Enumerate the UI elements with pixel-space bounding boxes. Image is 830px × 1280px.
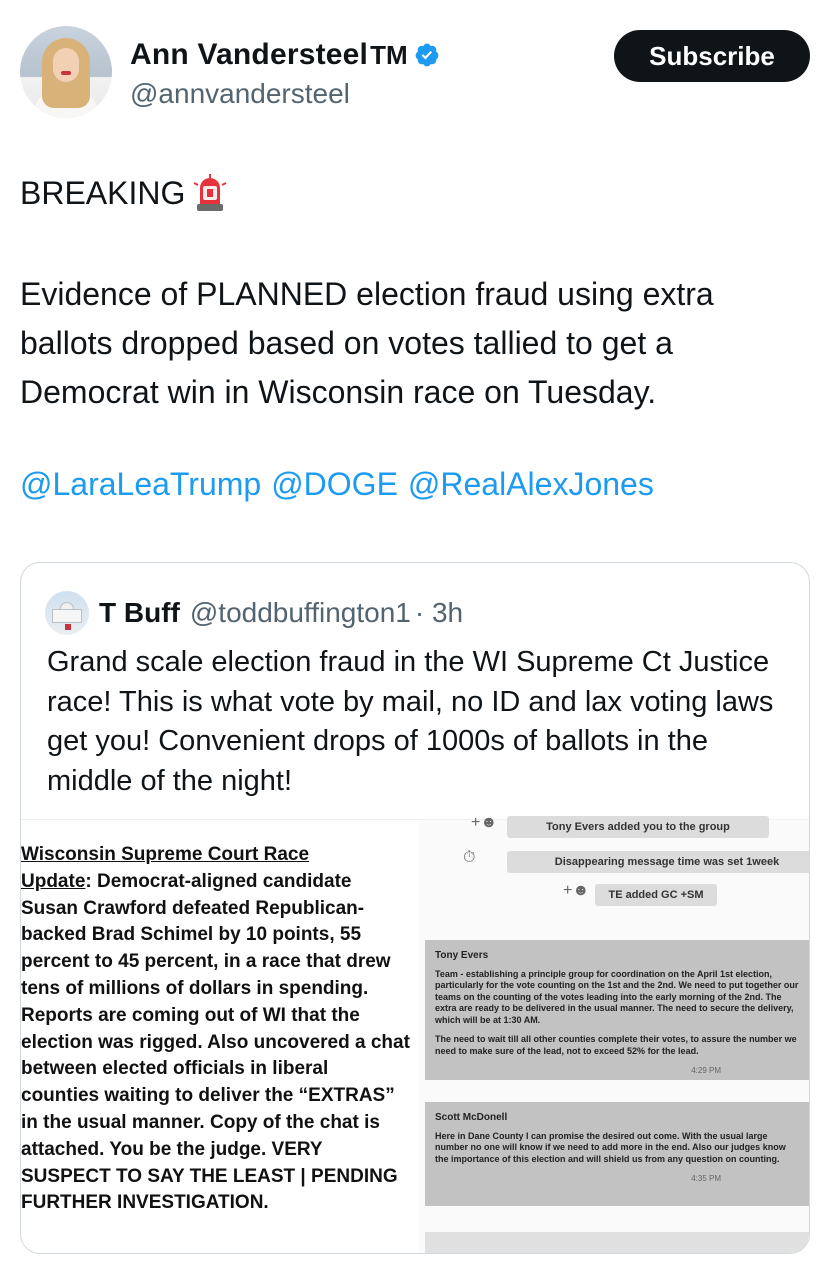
quoted-text: Grand scale election fraud in the WI Sup… — [47, 646, 774, 797]
quoted-avatar[interactable] — [45, 591, 89, 635]
author-avatar[interactable] — [20, 26, 112, 118]
chat-message: Tony Evers Team - establishing a princip… — [425, 940, 809, 1080]
tweet-header: Ann Vandersteel TM @annvandersteel Subsc… — [20, 26, 810, 120]
mention-link[interactable]: @RealAlexJones — [408, 466, 654, 503]
author-trademark: TM — [370, 39, 408, 70]
quoted-tweet[interactable]: T Buff @toddbuffington1 · 3h Grand scale… — [20, 562, 810, 1254]
tweet-mentions: @LaraLeaTrump @DOGE @RealAlexJones — [20, 466, 664, 503]
quoted-header: T Buff @toddbuffington1 · 3h — [45, 591, 463, 635]
police-light-emoji-icon — [193, 174, 227, 211]
subscribe-button[interactable]: Subscribe — [614, 30, 810, 82]
chat-message-text: The need to wait till all other counties… — [435, 1034, 797, 1056]
quoted-timestamp: · 3h — [414, 597, 464, 628]
quoted-author-handle[interactable]: @toddbuffington1 — [190, 597, 411, 629]
chat-sender: Tony Evers — [435, 950, 489, 961]
chat-message: Scott McDonell Here in Dane County I can… — [425, 1102, 809, 1206]
author-name-row: Ann Vandersteel TM — [130, 38, 440, 72]
white-house-building — [52, 609, 82, 623]
verified-badge-icon — [415, 43, 438, 67]
flag-mark — [65, 624, 71, 630]
doc-update-label: Update — [21, 870, 86, 892]
system-message: Tony Evers added you to the group — [507, 816, 769, 838]
avatar-lips — [61, 71, 71, 75]
timer-icon: ⏱ — [463, 849, 476, 866]
chat-message-text: Team - establishing a principle group fo… — [435, 968, 799, 1025]
system-message: TE added GC +SM — [595, 884, 717, 906]
mention-link[interactable]: @DOGE — [271, 466, 398, 503]
chat-message-partial — [425, 1232, 809, 1253]
chat-message-text: Here in Dane County I can promise the de… — [435, 1130, 786, 1164]
chat-timestamp: 4:35 PM — [691, 1174, 721, 1183]
doc-body: : Democrat-aligned candidate Susan Crawf… — [21, 870, 410, 1214]
doc-title: Wisconsin Supreme Court Race — [21, 844, 310, 865]
author-name[interactable]: Ann Vandersteel — [130, 38, 368, 72]
add-user-icon: +☻ — [563, 882, 590, 899]
breaking-line: BREAKING — [20, 174, 227, 212]
chat-screenshot: +☻ Tony Evers added you to the group ⏱ D… — [419, 814, 809, 1253]
quoted-author-name[interactable]: T Buff — [99, 597, 180, 629]
quoted-attached-image[interactable]: Wisconsin Supreme Court Race Update: Dem… — [21, 814, 809, 1253]
chat-timestamp: 4:29 PM — [691, 1066, 721, 1075]
add-user-icon: +☻ — [471, 814, 498, 831]
breaking-label: BREAKING — [20, 174, 186, 211]
mention-link[interactable]: @LaraLeaTrump — [20, 466, 261, 503]
update-document-text: Wisconsin Supreme Court Race Update: Dem… — [21, 842, 411, 1217]
avatar-face — [53, 48, 79, 82]
chat-sender: Scott McDonell — [435, 1112, 508, 1123]
tweet-body: Evidence of PLANNED election fraud using… — [20, 276, 714, 410]
author-handle[interactable]: @annvandersteel — [130, 78, 350, 110]
system-message: Disappearing message time was set 1week — [507, 851, 809, 873]
